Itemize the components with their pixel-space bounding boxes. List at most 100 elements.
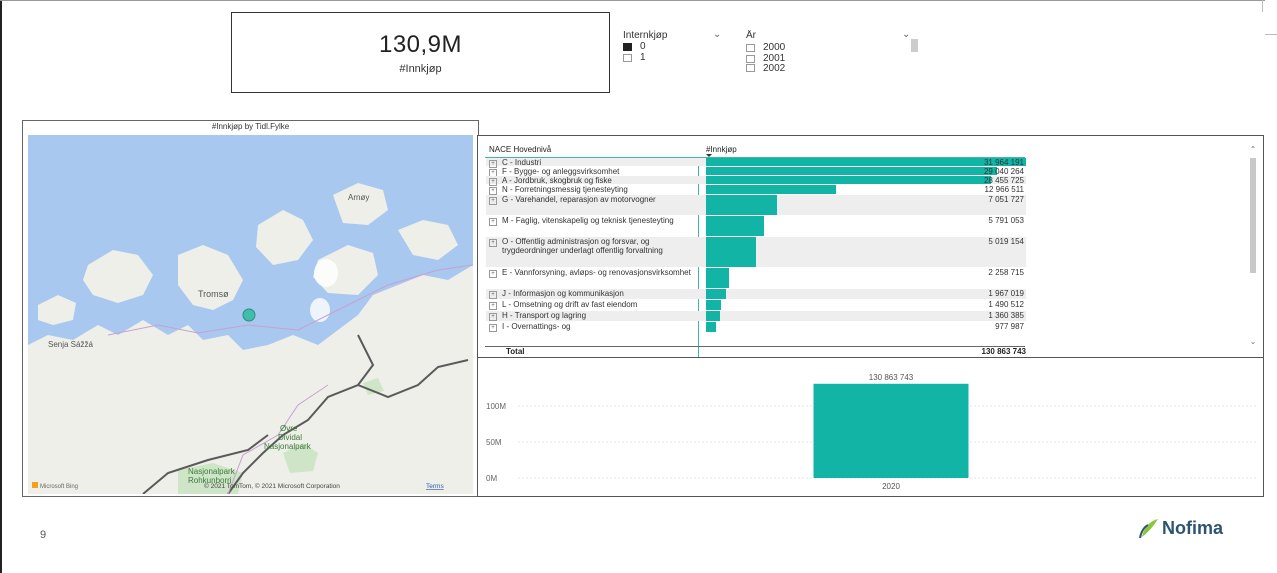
map-canvas[interactable]: Arnøy Tromsø Senja Sážžá Øvre Dividal Na… <box>28 135 473 494</box>
row-label: E - Vannforsyning, avløps- og renovasjon… <box>502 268 691 277</box>
row-value: 5 019 154 <box>988 237 1024 246</box>
slicer-scrollbar[interactable] <box>911 39 918 52</box>
slicer-option[interactable]: 0 <box>623 41 723 52</box>
table-scrollbar[interactable]: ⌃ ⌄ <box>1249 146 1257 346</box>
total-label: Total <box>506 347 525 356</box>
slicer-option-label: 1 <box>640 52 646 63</box>
map-attribution: © 2021 TomTom, © 2021 Microsoft Corporat… <box>204 482 340 490</box>
x-tick-label: 2020 <box>882 482 900 491</box>
expand-icon[interactable]: + <box>489 239 497 247</box>
expand-icon[interactable]: + <box>489 313 497 321</box>
expand-icon[interactable]: + <box>489 324 497 332</box>
map-visual[interactable]: #Innkjøp by Tidl.Fylke Arnøy Tromsø Senj… <box>22 120 479 497</box>
chevron-down-icon[interactable]: ⌄ <box>902 30 910 40</box>
table-row[interactable]: + L - Omsetning og drift av fast eiendom 1… <box>486 300 1026 310</box>
table-row[interactable]: + I - Overnattings- og 977 987 <box>486 322 1026 332</box>
place-label: Senja Sážžá <box>48 340 93 349</box>
row-label: N - Forretningsmessig tjenesteyting <box>502 185 628 194</box>
table-row[interactable]: + E - Vannforsyning, avløps- og renovasjo… <box>486 268 1026 288</box>
column-bar[interactable] <box>813 383 969 478</box>
checkbox[interactable] <box>746 54 755 63</box>
slicer-option-label: 2002 <box>763 64 786 72</box>
frame-tick <box>1262 0 1263 12</box>
park-label: Nasjonalpark <box>188 467 236 476</box>
kpi-card: 130,9M #Innkjøp <box>231 12 610 93</box>
left-frame <box>0 0 2 573</box>
scroll-down-icon[interactable]: ⌄ <box>1249 338 1257 346</box>
nace-table[interactable]: NACE Hovednivå #Innkjøp + C - Industri 31 … <box>477 135 1264 359</box>
row-label: J - Informasjon og kommunikasjon <box>502 289 624 298</box>
scroll-thumb[interactable] <box>1250 158 1256 273</box>
y-tick-label: 50M <box>486 438 502 447</box>
col-header-innkjop[interactable]: #Innkjøp <box>706 145 737 154</box>
kpi-value: 130,9M <box>378 30 463 58</box>
table-row[interactable]: + J - Informasjon og kommunikasjon 1 967 0… <box>486 289 1026 299</box>
checkbox[interactable] <box>746 64 755 72</box>
row-value: 29 040 264 <box>983 167 1024 176</box>
expand-icon[interactable]: + <box>489 187 497 195</box>
frame-tick <box>1265 34 1277 35</box>
place-label: Tromsø <box>198 289 229 299</box>
place-label: Arnøy <box>348 193 369 202</box>
expand-icon[interactable]: + <box>489 270 497 278</box>
data-bar <box>706 311 720 321</box>
brand-logo: Nofima <box>1138 517 1223 539</box>
internkjop-slicer[interactable]: Internkjøp ⌄ 0 1 <box>623 29 723 63</box>
slicer-option-label: 2001 <box>763 53 786 64</box>
top-frame <box>0 0 1265 1</box>
brand-name: Nofima <box>1162 517 1224 538</box>
table-row[interactable]: + M - Faglig, vitenskapelig og teknisk tj… <box>486 216 1026 236</box>
data-bar <box>706 289 726 299</box>
slicer-option[interactable]: 2002 <box>746 64 916 72</box>
glacier <box>314 259 338 287</box>
terms-link[interactable]: Terms <box>426 483 444 490</box>
row-label: L - Omsetning og drift av fast eiendom <box>502 300 638 309</box>
table-row[interactable]: + C - Industri 31 964 191 <box>486 158 1026 168</box>
row-label: M - Faglig, vitenskapelig og teknisk tje… <box>502 216 674 225</box>
column-chart[interactable]: 0M 50M 100M 130 863 743 2020 <box>477 357 1264 497</box>
data-bar <box>706 185 836 194</box>
row-value: 28 455 725 <box>983 176 1024 185</box>
expand-icon[interactable]: + <box>489 302 497 310</box>
ar-slicer[interactable]: År ⌄ 2000 2001 2002 <box>746 30 916 78</box>
table-row[interactable]: + F - Bygge- og anleggsvirksomhet 29 040 2… <box>486 167 1026 177</box>
slicer-option-label: 0 <box>640 41 646 52</box>
slicer-option[interactable]: 2001 <box>746 53 916 64</box>
col-header-nace[interactable]: NACE Hovednivå <box>489 145 551 154</box>
chart-canvas: 0M 50M 100M 130 863 743 2020 <box>486 373 1258 491</box>
location-marker[interactable] <box>242 308 256 322</box>
row-label: A - Jordbruk, skogbruk og fiske <box>502 176 612 185</box>
table-row[interactable]: + G - Varehandel, reparasjon av motorvogn… <box>486 195 1026 215</box>
bing-label: Microsoft Bing <box>40 484 78 490</box>
row-label: I - Overnattings- og <box>502 322 571 331</box>
park-label: Nasjonalpark <box>264 442 312 451</box>
slicer-option[interactable]: 1 <box>623 52 723 63</box>
slicer-option[interactable]: 2000 <box>746 42 916 53</box>
row-value: 12 966 511 <box>984 185 1024 194</box>
checkbox[interactable] <box>623 42 632 51</box>
table-row[interactable]: + H - Transport og lagring 1 360 385 <box>486 311 1026 321</box>
table-row[interactable]: + O - Offentlig administrasjon og forsvar… <box>486 237 1026 267</box>
scroll-up-icon[interactable]: ⌃ <box>1249 146 1257 154</box>
expand-icon[interactable]: + <box>489 218 497 226</box>
page-number: 9 <box>40 529 47 541</box>
row-value: 5 791 053 <box>988 216 1024 225</box>
total-value: 130 863 743 <box>981 347 1027 356</box>
table-row[interactable]: + N - Forretningsmessig tjenesteyting 12 9… <box>486 185 1026 195</box>
expand-icon[interactable]: + <box>489 197 497 205</box>
park-label: Øvre <box>280 424 298 433</box>
checkbox[interactable] <box>746 43 755 52</box>
row-value: 977 987 <box>995 322 1024 331</box>
table-row[interactable]: + A - Jordbruk, skogbruk og fiske 28 455 7… <box>486 176 1026 186</box>
slide-footer <box>2 498 1277 573</box>
expand-icon[interactable]: + <box>489 291 497 299</box>
nofima-leaf-icon <box>1139 519 1158 539</box>
glacier <box>310 298 330 322</box>
slicer-title: År <box>746 30 756 41</box>
map-title: #Innkjøp by Tidl.Fylke <box>211 122 290 131</box>
data-bar <box>706 195 777 215</box>
chevron-down-icon[interactable]: ⌄ <box>713 29 721 40</box>
checkbox[interactable] <box>623 53 632 62</box>
row-label: O - Offentlig administrasjon og forsvar,… <box>502 237 663 255</box>
row-value: 1 967 019 <box>988 289 1024 298</box>
